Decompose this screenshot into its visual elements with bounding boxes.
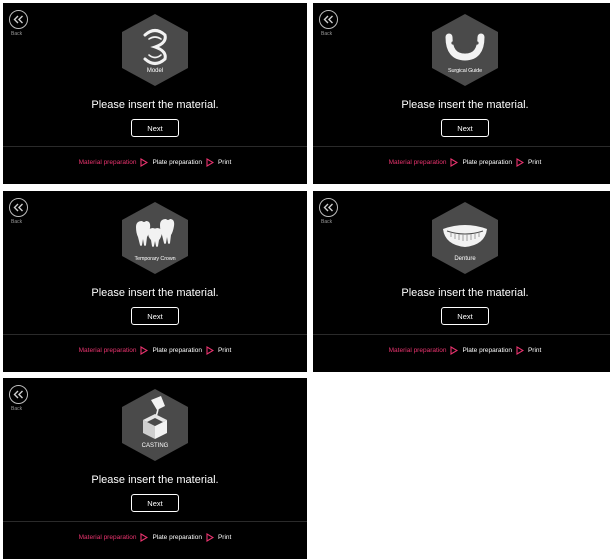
triangle-right-icon xyxy=(450,346,459,355)
double-chevron-left-icon xyxy=(13,390,23,399)
divider xyxy=(313,146,610,147)
screen-panel-casting: Back CASTING Please insert the material.… xyxy=(3,378,307,559)
step-material-preparation: Material preparation xyxy=(78,159,137,166)
back-button[interactable] xyxy=(319,198,338,217)
divider xyxy=(3,521,307,522)
back-button[interactable] xyxy=(319,10,338,29)
material-type-hexagon: Temporary Crown xyxy=(121,201,189,275)
step-print: Print xyxy=(217,159,232,166)
instruction-text: Please insert the material. xyxy=(401,287,529,299)
progress-steps: Material preparation Plate preparation P… xyxy=(3,346,307,355)
step-plate-preparation: Plate preparation xyxy=(462,159,512,166)
triangle-right-icon xyxy=(450,158,459,167)
hex-label: Temporary Crown xyxy=(134,256,176,262)
step-plate-preparation: Plate preparation xyxy=(462,347,512,354)
triangle-right-icon xyxy=(140,346,149,355)
progress-steps: Material preparation Plate preparation P… xyxy=(313,158,610,167)
screen-panel-denture: Back Denture Please insert the material.… xyxy=(313,191,610,372)
instruction-text: Please insert the material. xyxy=(91,287,219,299)
step-material-preparation: Material preparation xyxy=(388,159,447,166)
back-label: Back xyxy=(321,31,333,37)
progress-steps: Material preparation Plate preparation P… xyxy=(3,533,307,542)
back-label: Back xyxy=(11,406,23,412)
hex-label: Model xyxy=(146,68,164,74)
double-chevron-left-icon xyxy=(13,15,23,24)
step-print: Print xyxy=(527,159,542,166)
step-print: Print xyxy=(527,347,542,354)
material-type-hexagon: Surgical Guide xyxy=(431,13,499,87)
step-plate-preparation: Plate preparation xyxy=(152,159,202,166)
instruction-text: Please insert the material. xyxy=(91,99,219,111)
divider xyxy=(3,146,307,147)
triangle-right-icon xyxy=(516,158,524,167)
next-button[interactable]: Next xyxy=(131,307,179,325)
back-label: Back xyxy=(11,31,23,37)
triangle-right-icon xyxy=(206,346,214,355)
back-button[interactable] xyxy=(9,198,28,217)
material-type-hexagon: Model xyxy=(121,13,189,87)
step-plate-preparation: Plate preparation xyxy=(152,347,202,354)
screen-panel-model: Back Model Please insert the material. N… xyxy=(3,3,307,184)
hex-label: Surgical Guide xyxy=(448,68,482,74)
triangle-right-icon xyxy=(206,533,214,542)
hex-label: CASTING xyxy=(141,443,169,449)
screen-panel-surgical-guide: Back Surgical Guide Please insert the ma… xyxy=(313,3,610,184)
back-button[interactable] xyxy=(9,10,28,29)
step-print: Print xyxy=(217,347,232,354)
material-type-hexagon: Denture xyxy=(431,201,499,275)
triangle-right-icon xyxy=(140,533,149,542)
hex-label: Denture xyxy=(454,256,476,262)
back-button[interactable] xyxy=(9,385,28,404)
triangle-right-icon xyxy=(140,158,149,167)
material-type-hexagon: CASTING xyxy=(121,388,189,462)
step-print: Print xyxy=(217,534,232,541)
instruction-text: Please insert the material. xyxy=(91,474,219,486)
double-chevron-left-icon xyxy=(13,203,23,212)
step-material-preparation: Material preparation xyxy=(388,347,447,354)
progress-steps: Material preparation Plate preparation P… xyxy=(313,346,610,355)
triangle-right-icon xyxy=(206,158,214,167)
double-chevron-left-icon xyxy=(323,15,333,24)
next-button[interactable]: Next xyxy=(441,119,489,137)
step-plate-preparation: Plate preparation xyxy=(152,534,202,541)
step-material-preparation: Material preparation xyxy=(78,347,137,354)
back-label: Back xyxy=(321,219,333,225)
divider xyxy=(313,334,610,335)
triangle-right-icon xyxy=(516,346,524,355)
progress-steps: Material preparation Plate preparation P… xyxy=(3,158,307,167)
double-chevron-left-icon xyxy=(323,203,333,212)
next-button[interactable]: Next xyxy=(441,307,489,325)
instruction-text: Please insert the material. xyxy=(401,99,529,111)
next-button[interactable]: Next xyxy=(131,494,179,512)
step-material-preparation: Material preparation xyxy=(78,534,137,541)
next-button[interactable]: Next xyxy=(131,119,179,137)
back-label: Back xyxy=(11,219,23,225)
screen-panel-temporary-crown: Back Temporary Crown Please insert the m… xyxy=(3,191,307,372)
divider xyxy=(3,334,307,335)
